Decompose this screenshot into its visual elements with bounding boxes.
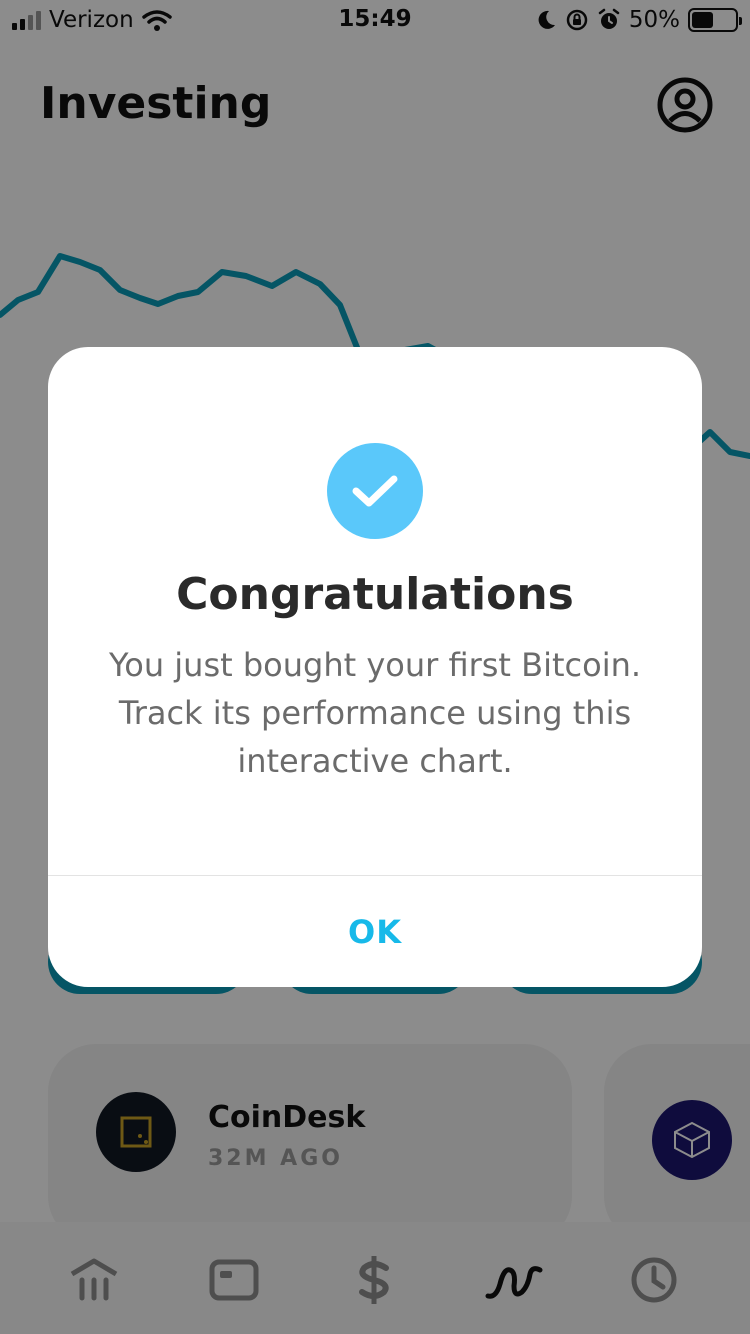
congrats-modal: Congratulations You just bought your fir… xyxy=(48,347,702,987)
investing-screen: Verizon 15:49 50% Investing CoinDesk 32M… xyxy=(0,0,750,1334)
checkmark-icon xyxy=(327,443,423,539)
modal-message: You just bought your first Bitcoin. Trac… xyxy=(108,646,642,780)
ok-button[interactable]: OK xyxy=(48,876,702,987)
modal-title: Congratulations xyxy=(176,569,574,620)
